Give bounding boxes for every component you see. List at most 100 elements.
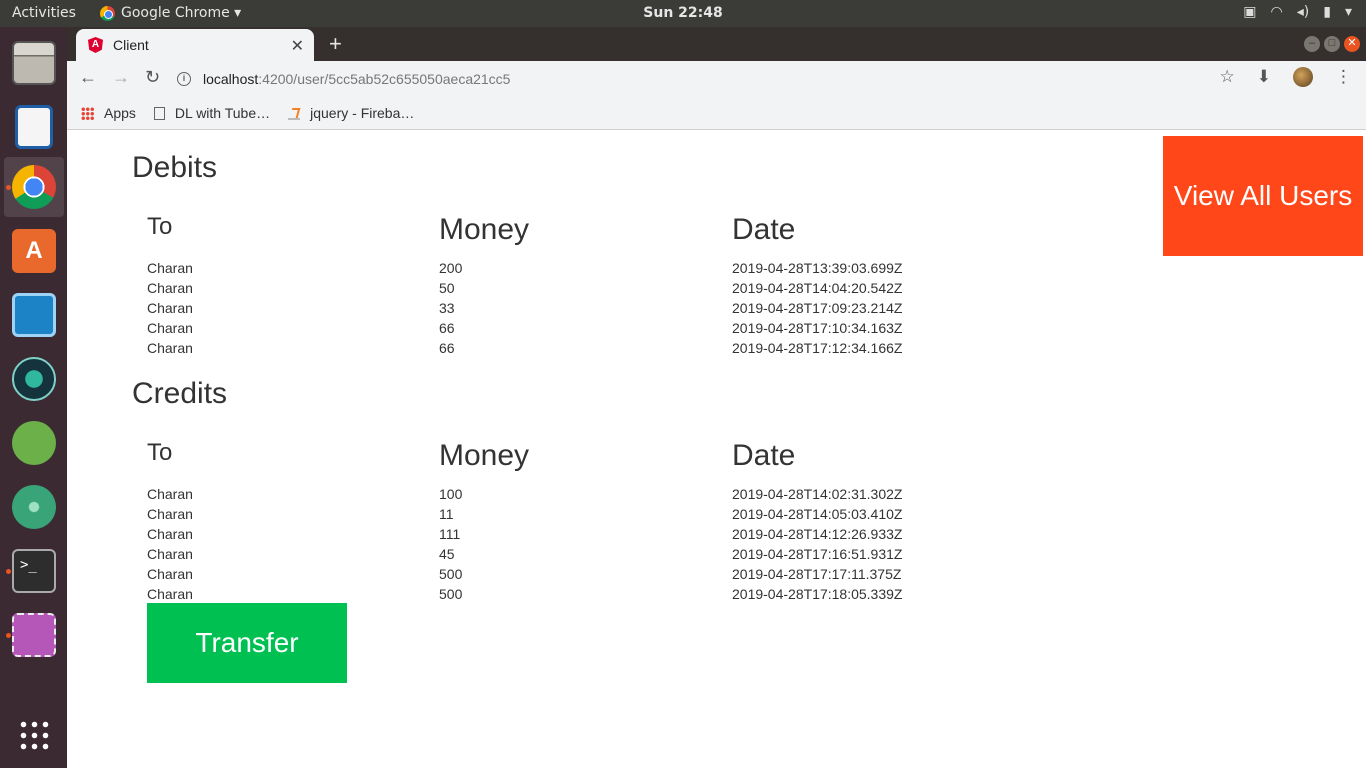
stackoverflow-icon [288, 106, 301, 120]
url-host: localhost [203, 71, 259, 87]
page-icon [153, 106, 165, 120]
close-tab-icon[interactable]: ✕ [291, 36, 304, 56]
transfer-button[interactable]: Transfer [147, 603, 347, 683]
table-cell: Charan [147, 486, 193, 502]
table-cell: 2019-04-28T17:09:23.214Z [732, 300, 903, 316]
credits-title: Credits [132, 377, 228, 410]
chrome-icon [12, 165, 56, 209]
table-cell: Charan [147, 506, 193, 522]
table-cell: 2019-04-28T17:12:34.166Z [732, 340, 903, 356]
maximize-button[interactable]: □ [1324, 36, 1340, 52]
table-cell: Charan [147, 566, 193, 582]
system-tray[interactable]: ▣ ◠ ◂) ▮ ▾ [1243, 4, 1352, 20]
table-cell: Charan [147, 586, 193, 602]
table-cell: 11 [439, 506, 454, 522]
dock-terminal[interactable]: >_ [4, 541, 64, 601]
dock-writer[interactable] [4, 97, 64, 157]
table-cell: 33 [439, 300, 455, 316]
star-icon[interactable]: ☆ [1220, 67, 1235, 87]
debits-header-money: Money [439, 213, 530, 246]
dock: A >_ [0, 27, 67, 768]
browser-toolbar: ← → ↻ i localhost :4200/user/5cc5ab52c65… [67, 61, 1366, 97]
table-cell: Charan [147, 280, 193, 296]
dock-monitor[interactable] [4, 285, 64, 345]
system-top-bar: Activities Google Chrome ▾ Sun 22:48 ▣ ◠… [0, 0, 1366, 27]
view-all-users-button[interactable]: View All Users [1163, 136, 1363, 256]
tab-title: Client [113, 37, 149, 53]
debits-title: Debits [132, 151, 218, 184]
table-cell: 2019-04-28T14:02:31.302Z [732, 486, 903, 502]
dock-gitkraken[interactable] [4, 349, 64, 409]
files-icon [12, 41, 56, 85]
bookmarks-bar: Apps DL with Tube… jquery - Fireba… [67, 97, 1366, 130]
tab-client[interactable]: A Client ✕ [76, 29, 314, 61]
running-indicator [6, 633, 11, 638]
download-icon[interactable]: ⬇ [1257, 67, 1271, 87]
table-cell: 500 [439, 566, 463, 582]
dock-chrome[interactable] [4, 157, 64, 217]
table-cell: 45 [439, 546, 455, 562]
table-cell: 2019-04-28T17:18:05.339Z [732, 586, 903, 602]
table-cell: 2019-04-28T17:17:11.375Z [732, 566, 902, 582]
back-button[interactable]: ← [79, 67, 97, 88]
chevron-down-icon: ▾ [1344, 4, 1352, 20]
info-icon[interactable]: i [177, 72, 191, 86]
credits-header-money: Money [439, 439, 530, 472]
table-cell: Charan [147, 260, 193, 276]
table-cell: 500 [439, 586, 463, 602]
running-indicator [6, 185, 11, 190]
bookmark-label: DL with Tube… [174, 105, 271, 121]
kraken-icon [12, 357, 56, 401]
table-cell: 2019-04-28T13:39:03.699Z [732, 260, 903, 276]
wifi-icon: ◠ [1270, 4, 1283, 20]
dock-video[interactable] [4, 605, 64, 665]
table-cell: 2019-04-28T14:12:26.933Z [732, 526, 903, 542]
android-studio-icon [12, 421, 56, 465]
credits-header-to: To [147, 439, 173, 466]
grid-icon [18, 719, 50, 751]
table-cell: Charan [147, 546, 193, 562]
table-cell: 66 [439, 320, 455, 336]
menu-icon[interactable]: ⋮ [1335, 67, 1352, 87]
bookmark-dl-with-tube[interactable]: DL with Tube… [153, 105, 271, 121]
document-icon [15, 105, 53, 149]
table-cell: Charan [147, 340, 193, 356]
table-cell: Charan [147, 320, 193, 336]
table-cell: 2019-04-28T17:16:51.931Z [732, 546, 903, 562]
table-cell: 50 [439, 280, 455, 296]
debits-header-date: Date [732, 213, 796, 246]
bookmark-label: Apps [104, 105, 136, 121]
tab-strip: A Client ✕ + – □ ✕ [67, 27, 1366, 61]
atom-icon [12, 485, 56, 529]
dock-atom[interactable] [4, 477, 64, 537]
page-content: Debits To Money Date Charan 200 2019-04-… [67, 131, 1366, 768]
angular-icon: A [88, 37, 103, 53]
clock[interactable]: Sun 22:48 [0, 5, 1366, 21]
battery-icon: ▮ [1323, 4, 1331, 20]
show-applications[interactable] [4, 705, 64, 765]
dock-software[interactable]: A [4, 221, 64, 281]
table-cell: 2019-04-28T17:10:34.163Z [732, 320, 903, 336]
camera-icon: ▣ [1243, 4, 1257, 20]
address-bar[interactable]: i localhost :4200/user/5cc5ab52c655050ae… [177, 65, 1217, 93]
minimize-button[interactable]: – [1304, 36, 1320, 52]
reload-button[interactable]: ↻ [145, 67, 160, 88]
apps-grid-icon [81, 106, 94, 120]
close-window-button[interactable]: ✕ [1344, 36, 1360, 52]
url-path: :4200/user/5cc5ab52c655050aeca21cc5 [258, 71, 511, 87]
bookmark-apps[interactable]: Apps [81, 105, 136, 121]
new-tab-button[interactable]: + [329, 31, 342, 57]
avatar[interactable] [1293, 67, 1313, 87]
bookmark-label: jquery - Fireba… [310, 105, 415, 121]
debits-header-to: To [147, 213, 173, 240]
table-cell: 2019-04-28T14:04:20.542Z [732, 280, 903, 296]
dock-android-studio[interactable] [4, 413, 64, 473]
video-camera-icon [12, 613, 56, 657]
terminal-icon: >_ [12, 549, 56, 593]
bookmark-jquery-firebase[interactable]: jquery - Fireba… [288, 105, 414, 121]
shopping-bag-icon: A [12, 229, 56, 273]
forward-button[interactable]: → [112, 67, 130, 88]
window-controls: – □ ✕ [1304, 36, 1360, 52]
dock-files[interactable] [4, 33, 64, 93]
system-monitor-icon [12, 293, 56, 337]
